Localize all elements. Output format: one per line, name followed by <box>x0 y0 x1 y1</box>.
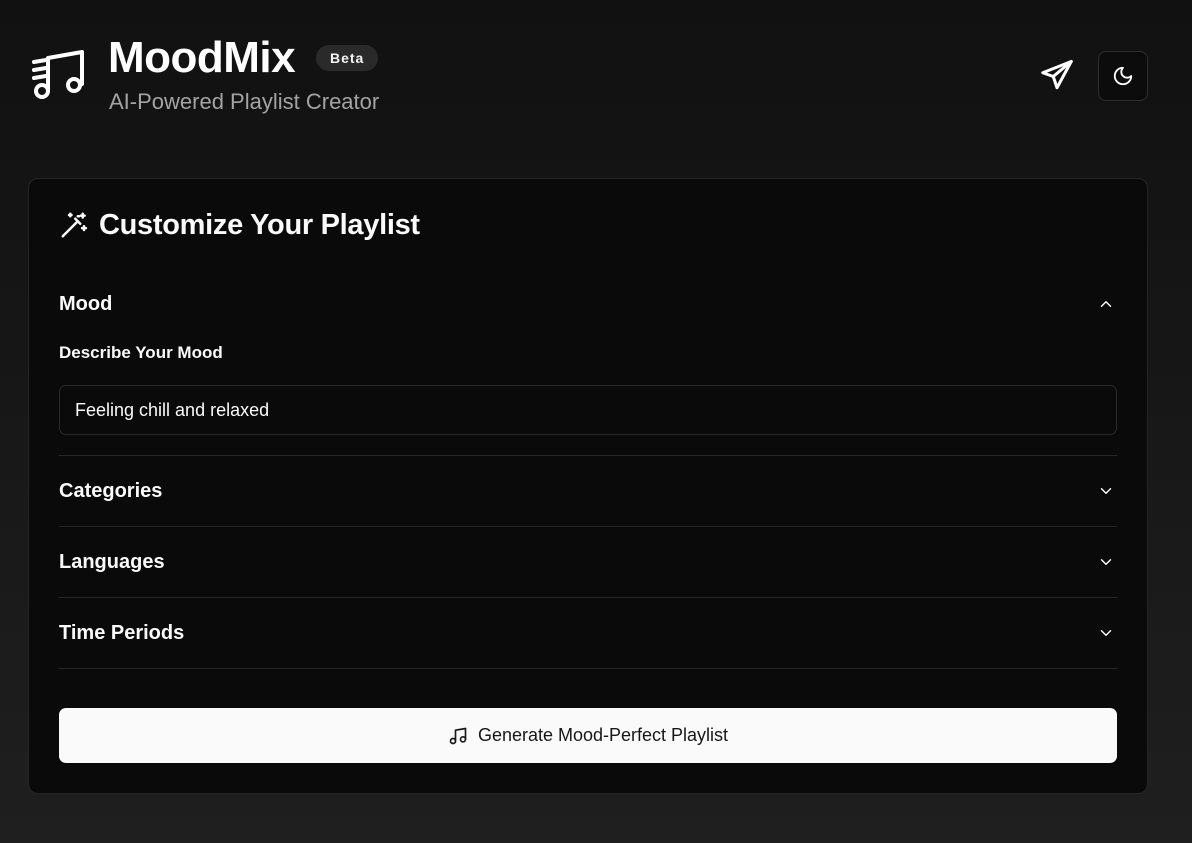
time-periods-section-label: Time Periods <box>59 621 185 644</box>
mood-section-header[interactable]: Mood <box>59 269 1117 339</box>
chevron-down-icon <box>1100 559 1112 565</box>
time-periods-section-header[interactable]: Time Periods <box>59 598 1117 668</box>
generate-playlist-button[interactable]: Generate Mood-Perfect Playlist <box>59 708 1117 763</box>
chevron-down-icon <box>1100 630 1112 636</box>
categories-section-header[interactable]: Categories <box>59 456 1117 526</box>
app-header: MoodMix Beta AI-Powered Playlist Creator <box>0 0 1192 150</box>
divider <box>59 668 1117 669</box>
chevron-down-icon <box>1100 488 1112 494</box>
magic-wand-icon <box>61 212 88 238</box>
customize-card: Customize Your Playlist Mood Describe Yo… <box>28 178 1148 794</box>
categories-section-label: Categories <box>59 479 163 502</box>
languages-section-label: Languages <box>59 550 165 573</box>
languages-section-header[interactable]: Languages <box>59 527 1117 597</box>
mood-section: Mood Describe Your Mood Categories Langu… <box>59 269 1117 669</box>
telegram-button[interactable] <box>1034 52 1080 98</box>
card-title: Customize Your Playlist <box>99 208 420 241</box>
mood-section-label: Mood <box>59 292 113 315</box>
card-header: Customize Your Playlist <box>59 207 420 243</box>
app-title: MoodMix <box>108 33 296 82</box>
mood-field-label: Describe Your Mood <box>59 343 223 362</box>
theme-toggle-button[interactable] <box>1098 51 1148 101</box>
app-subtitle: AI-Powered Playlist Creator <box>109 89 380 114</box>
mood-input[interactable] <box>59 385 1117 435</box>
send-icon <box>1041 60 1073 90</box>
beta-badge: Beta <box>316 45 379 71</box>
music-note-icon <box>449 727 467 744</box>
generate-button-label: Generate Mood-Perfect Playlist <box>477 725 729 745</box>
music-list-icon <box>30 48 86 104</box>
chevron-up-icon <box>1100 301 1112 307</box>
moon-icon <box>1113 66 1133 86</box>
